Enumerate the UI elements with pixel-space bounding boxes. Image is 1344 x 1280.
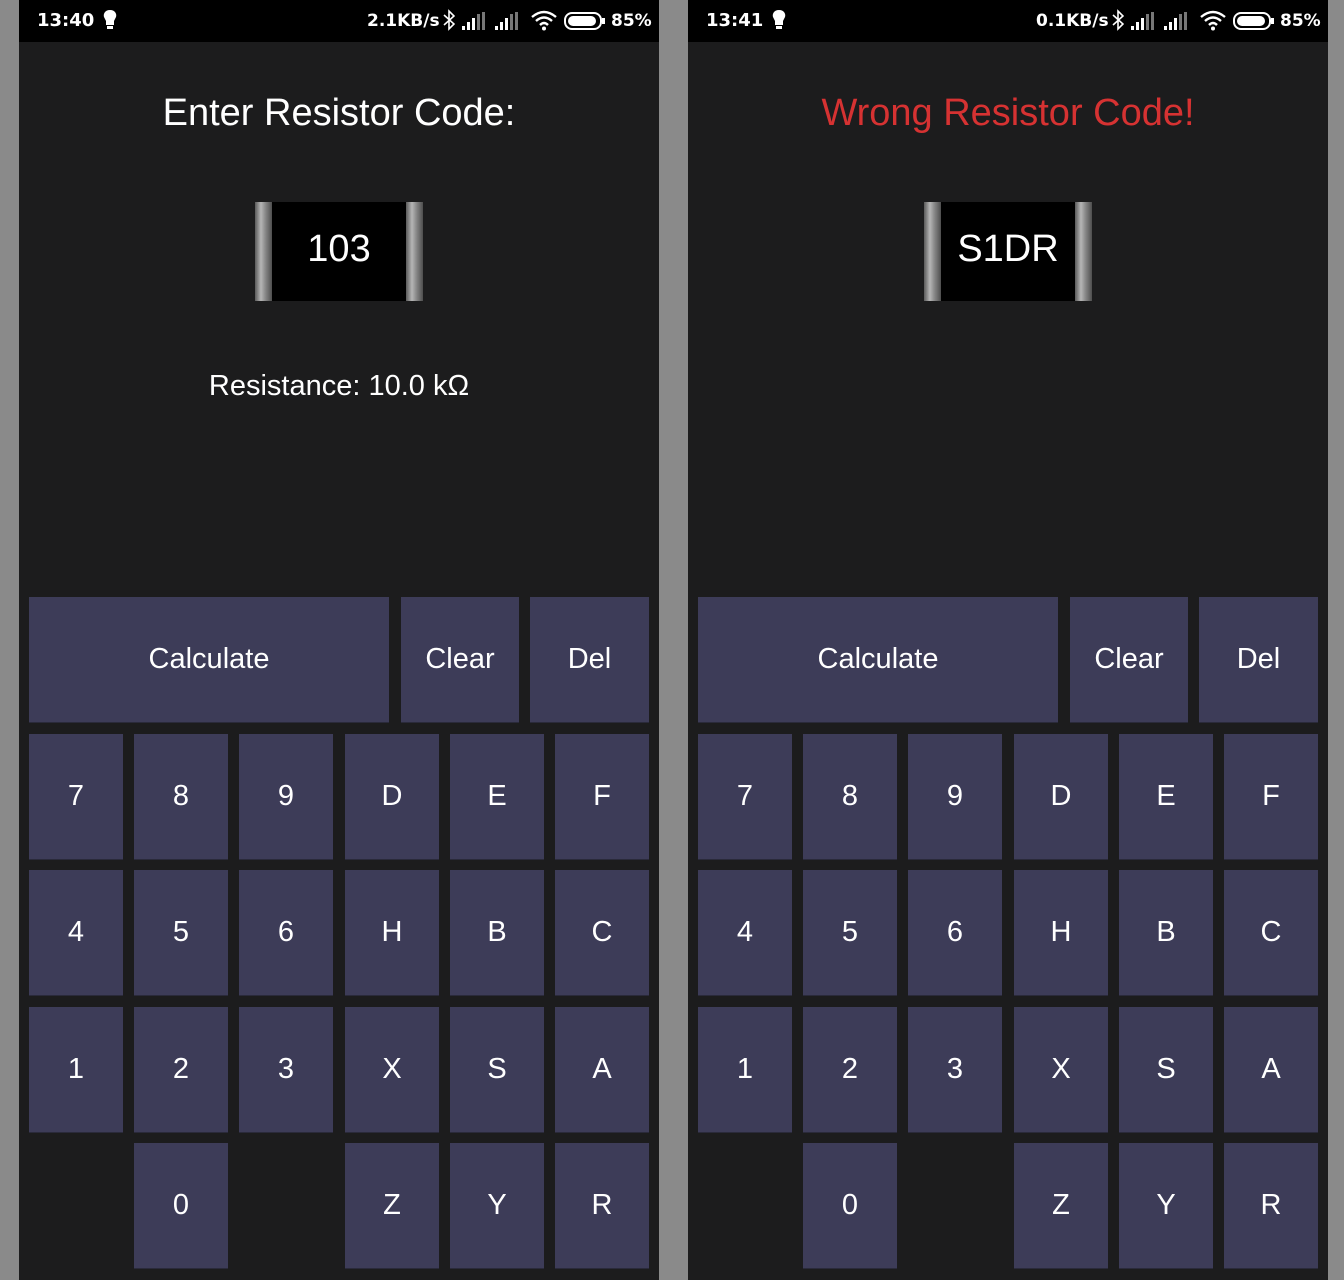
key-8[interactable]: 8 [134,734,228,859]
key-X[interactable]: X [1014,1007,1108,1132]
key-F[interactable]: F [1224,734,1318,859]
key-1[interactable]: 1 [698,1007,792,1132]
clear-button[interactable]: Clear [401,597,519,722]
key-R[interactable]: R [1224,1143,1318,1268]
smd-resistor-display: 103 [255,202,423,301]
notification-icon [772,10,786,29]
key-C[interactable]: C [555,870,649,995]
signal-icon [495,12,518,30]
key-Y[interactable]: Y [1119,1143,1213,1268]
key-1[interactable]: 1 [29,1007,123,1132]
smd-resistor-display: S1DR [924,202,1092,301]
key-F[interactable]: F [555,734,649,859]
key-S[interactable]: S [450,1007,544,1132]
signal-icon [1164,12,1187,30]
key-7[interactable]: 7 [29,734,123,859]
error-title: Wrong Resistor Code! [821,92,1195,134]
key-2[interactable]: 2 [134,1007,228,1132]
signal-icon [1131,12,1154,30]
key-E[interactable]: E [1119,734,1213,859]
key-6[interactable]: 6 [239,870,333,995]
calculate-button[interactable]: Calculate [698,597,1058,722]
phone-screen-valid: 13:40 2.1KB/s 85% Enter Resistor Code: 1… [19,0,659,1280]
resistance-result: Resistance: 10.0 kΩ [208,370,470,402]
key-X[interactable]: X [345,1007,439,1132]
key-S[interactable]: S [1119,1007,1213,1132]
status-time: 13:41 [706,10,764,31]
key-2[interactable]: 2 [803,1007,897,1132]
battery-percent: 85% [611,11,652,31]
key-A[interactable]: A [1224,1007,1318,1132]
key-5[interactable]: 5 [134,870,228,995]
key-A[interactable]: A [555,1007,649,1132]
wifi-icon [531,10,557,31]
battery-percent: 85% [1280,11,1321,31]
key-4[interactable]: 4 [29,870,123,995]
key-B[interactable]: B [450,870,544,995]
clear-button[interactable]: Clear [1070,597,1188,722]
delete-button[interactable]: Del [530,597,649,722]
bluetooth-icon [443,9,455,31]
key-Z[interactable]: Z [1014,1143,1108,1268]
delete-button[interactable]: Del [1199,597,1318,722]
network-speed: 2.1KB/s [367,11,440,31]
notification-icon [103,10,117,29]
key-0[interactable]: 0 [134,1143,228,1268]
key-E[interactable]: E [450,734,544,859]
key-5[interactable]: 5 [803,870,897,995]
key-Y[interactable]: Y [450,1143,544,1268]
key-9[interactable]: 9 [908,734,1002,859]
key-D[interactable]: D [1014,734,1108,859]
status-time: 13:40 [37,10,95,31]
key-H[interactable]: H [1014,870,1108,995]
resistor-code-text: S1DR [957,228,1059,270]
key-9[interactable]: 9 [239,734,333,859]
wifi-icon [1200,10,1226,31]
key-0[interactable]: 0 [803,1143,897,1268]
bluetooth-icon [1112,9,1124,31]
key-8[interactable]: 8 [803,734,897,859]
calculate-button[interactable]: Calculate [29,597,389,722]
status-bar: 13:40 2.1KB/s 85% [19,0,659,42]
signal-icon [462,12,485,30]
status-bar: 13:41 0.1KB/s 85% [688,0,1328,42]
key-3[interactable]: 3 [239,1007,333,1132]
key-6[interactable]: 6 [908,870,1002,995]
phone-screen-error: 13:41 0.1KB/s 85% Wrong Resistor Code! S… [688,0,1328,1280]
key-B[interactable]: B [1119,870,1213,995]
key-R[interactable]: R [555,1143,649,1268]
prompt-title: Enter Resistor Code: [162,92,516,134]
resistor-code-text: 103 [307,228,371,270]
battery-icon [1233,12,1274,30]
key-3[interactable]: 3 [908,1007,1002,1132]
network-speed: 0.1KB/s [1036,11,1109,31]
key-C[interactable]: C [1224,870,1318,995]
key-4[interactable]: 4 [698,870,792,995]
key-7[interactable]: 7 [698,734,792,859]
key-D[interactable]: D [345,734,439,859]
key-Z[interactable]: Z [345,1143,439,1268]
key-H[interactable]: H [345,870,439,995]
battery-icon [564,12,605,30]
